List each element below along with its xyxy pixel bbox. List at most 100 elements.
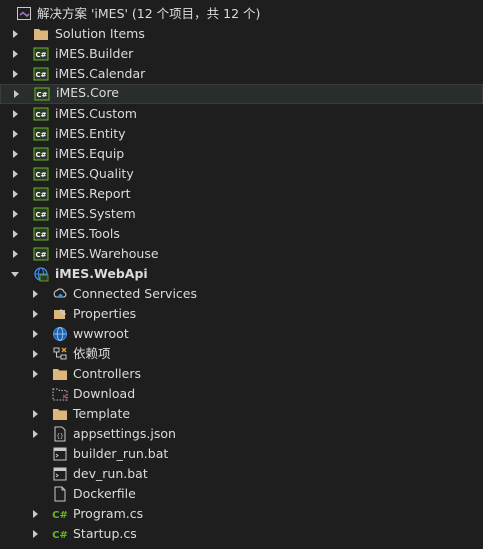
solution-icon: [16, 4, 32, 24]
node-controllers[interactable]: Controllers: [0, 364, 483, 384]
svg-text:C#: C#: [35, 111, 46, 119]
project-imes-webapi[interactable]: iMES.WebApi: [0, 264, 483, 284]
node-label: 依赖项: [73, 346, 111, 361]
expand-chevron-icon[interactable]: [9, 164, 21, 184]
expand-chevron-icon[interactable]: [9, 184, 21, 204]
project-label: Solution Items: [55, 26, 145, 41]
node-label: Program.cs: [73, 506, 144, 521]
project-imes-calendar[interactable]: C# iMES.Calendar: [0, 64, 483, 84]
project-imes-tools[interactable]: C# iMES.Tools: [0, 224, 483, 244]
node-appsettings-json[interactable]: {} appsettings.json: [0, 424, 483, 444]
expand-chevron-icon[interactable]: [9, 204, 21, 224]
folder-icon: [52, 404, 68, 424]
node-builder-run-bat[interactable]: builder_run.bat: [0, 444, 483, 464]
solution-label: 解决方案 'iMES' (12 个项目，共 12 个): [37, 6, 261, 21]
connected-services-icon: [52, 284, 68, 304]
svg-text:C#: C#: [35, 191, 46, 199]
node-label: builder_run.bat: [73, 446, 169, 461]
solution-explorer-tree: 解决方案 'iMES' (12 个项目，共 12 个) Solution Ite…: [0, 4, 483, 544]
expand-chevron-icon[interactable]: [9, 244, 21, 264]
expand-chevron-icon[interactable]: [9, 124, 21, 144]
expand-chevron-icon[interactable]: [29, 364, 41, 384]
csharp-project-icon: C#: [34, 84, 50, 104]
node-label: Template: [73, 406, 131, 421]
node-dependencies[interactable]: 依赖项: [0, 344, 483, 364]
folder-icon: [52, 364, 68, 384]
json-file-icon: {}: [52, 424, 68, 444]
svg-text:C#: C#: [35, 131, 46, 139]
project-solution-items[interactable]: Solution Items: [0, 24, 483, 44]
node-label: appsettings.json: [73, 426, 176, 441]
expand-chevron-icon[interactable]: [9, 44, 21, 64]
project-imes-quality[interactable]: C# iMES.Quality: [0, 164, 483, 184]
project-imes-warehouse[interactable]: C# iMES.Warehouse: [0, 244, 483, 264]
project-label: iMES.Custom: [55, 106, 137, 121]
expand-chevron-icon[interactable]: [9, 144, 21, 164]
svg-text:C#: C#: [35, 231, 46, 239]
project-imes-system[interactable]: C# iMES.System: [0, 204, 483, 224]
csharp-project-icon: C#: [33, 204, 49, 224]
expand-chevron-icon[interactable]: [9, 64, 21, 84]
node-connected-services[interactable]: Connected Services: [0, 284, 483, 304]
expand-chevron-icon[interactable]: [29, 504, 41, 524]
bat-file-icon: [52, 464, 68, 484]
bat-file-icon: [52, 444, 68, 464]
node-dev-run-bat[interactable]: dev_run.bat: [0, 464, 483, 484]
project-label: iMES.Calendar: [55, 66, 146, 81]
csharp-project-icon: C#: [33, 164, 49, 184]
svg-text:C#: C#: [35, 71, 46, 79]
project-imes-report[interactable]: C# iMES.Report: [0, 184, 483, 204]
project-imes-entity[interactable]: C# iMES.Entity: [0, 124, 483, 144]
project-imes-core[interactable]: C# iMES.Core: [0, 84, 483, 104]
project-label: iMES.Builder: [55, 46, 134, 61]
node-label: Startup.cs: [73, 526, 137, 541]
collapse-chevron-icon[interactable]: [9, 264, 21, 284]
project-label: iMES.System: [55, 206, 136, 221]
svg-text:C#: C#: [36, 91, 47, 99]
dependencies-icon: [52, 344, 68, 364]
node-template[interactable]: Template: [0, 404, 483, 424]
project-imes-equip[interactable]: C# iMES.Equip: [0, 144, 483, 164]
node-dockerfile[interactable]: Dockerfile: [0, 484, 483, 504]
expand-chevron-icon[interactable]: [29, 404, 41, 424]
node-label: Download: [73, 386, 136, 401]
project-label: iMES.Core: [56, 85, 119, 100]
node-properties[interactable]: Properties: [0, 304, 483, 324]
node-label: Properties: [73, 306, 137, 321]
folder-icon: [33, 24, 49, 44]
project-label: iMES.Equip: [55, 146, 125, 161]
expand-chevron-icon[interactable]: [29, 324, 41, 344]
web-project-icon: [33, 264, 49, 284]
properties-icon: [52, 304, 68, 324]
expand-chevron-icon[interactable]: [9, 104, 21, 124]
svg-text:C#: C#: [52, 510, 68, 521]
node-label: Connected Services: [73, 286, 197, 301]
expand-chevron-icon[interactable]: [9, 224, 21, 244]
node-download[interactable]: Download: [0, 384, 483, 404]
project-label: iMES.Tools: [55, 226, 120, 241]
csharp-project-icon: C#: [33, 104, 49, 124]
csharp-project-icon: C#: [33, 64, 49, 84]
expand-chevron-icon[interactable]: [29, 304, 41, 324]
svg-text:C#: C#: [52, 530, 68, 541]
project-imes-builder[interactable]: C# iMES.Builder: [0, 44, 483, 64]
node-label: Dockerfile: [73, 486, 136, 501]
solution-root[interactable]: 解决方案 'iMES' (12 个项目，共 12 个): [0, 4, 483, 24]
node-startup-cs[interactable]: C# Startup.cs: [0, 524, 483, 544]
expand-chevron-icon[interactable]: [29, 424, 41, 444]
project-label: iMES.WebApi: [55, 266, 148, 281]
project-imes-custom[interactable]: C# iMES.Custom: [0, 104, 483, 124]
svg-text:C#: C#: [35, 151, 46, 159]
node-program-cs[interactable]: C# Program.cs: [0, 504, 483, 524]
expand-chevron-icon[interactable]: [29, 524, 41, 544]
svg-text:{}: {}: [56, 433, 63, 440]
expand-chevron-icon[interactable]: [10, 84, 22, 104]
svg-text:C#: C#: [35, 171, 46, 179]
expand-chevron-icon[interactable]: [29, 284, 41, 304]
svg-text:C#: C#: [35, 51, 46, 59]
globe-icon: [52, 324, 68, 344]
expand-chevron-icon[interactable]: [29, 344, 41, 364]
expand-chevron-icon[interactable]: [9, 24, 21, 44]
csharp-project-icon: C#: [33, 244, 49, 264]
node-wwwroot[interactable]: wwwroot: [0, 324, 483, 344]
